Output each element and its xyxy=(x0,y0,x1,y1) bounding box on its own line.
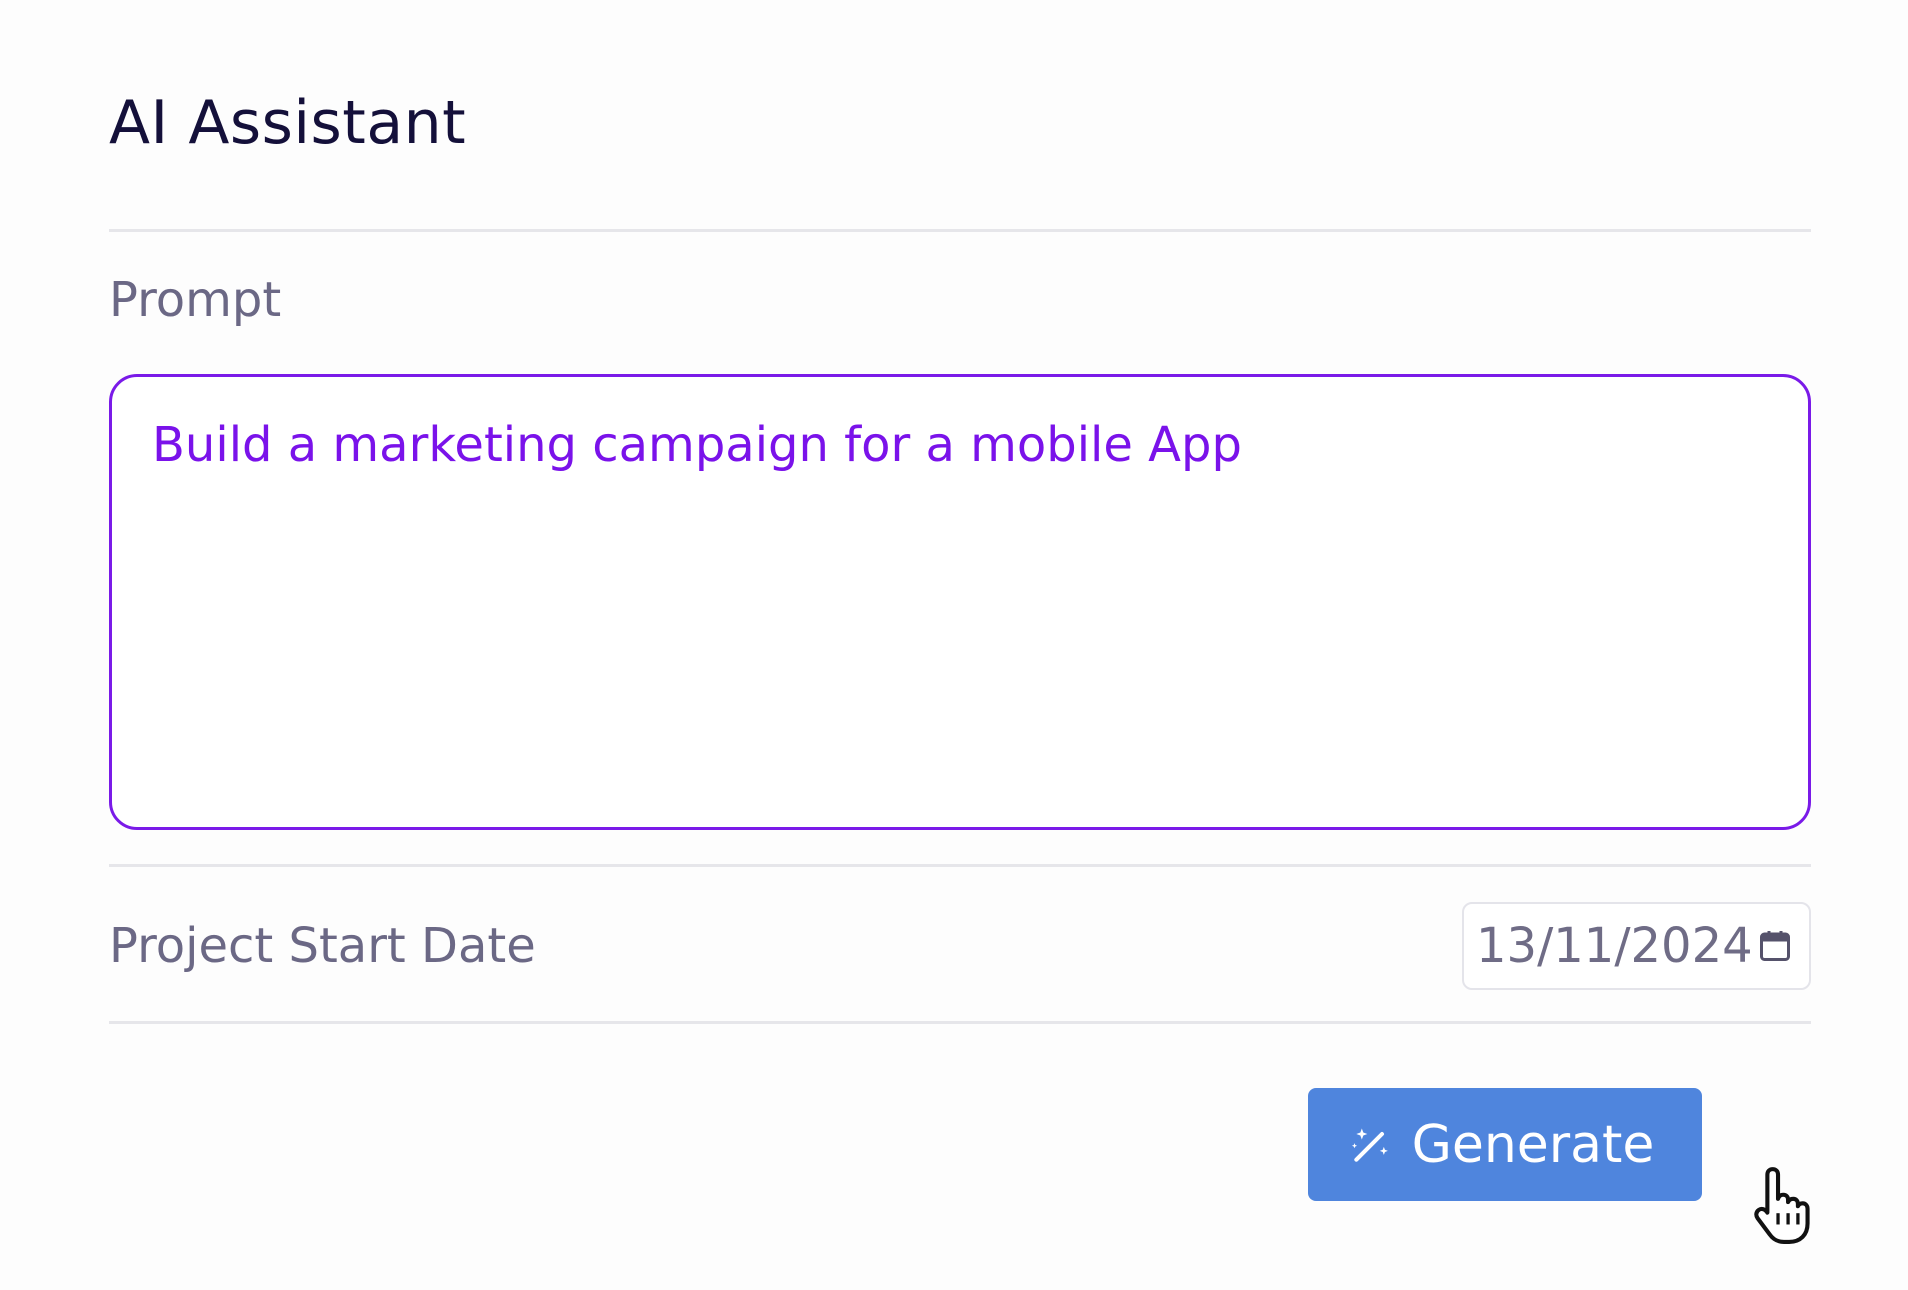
calendar-icon[interactable] xyxy=(1755,926,1795,966)
prompt-textarea[interactable]: Build a marketing campaign for a mobile … xyxy=(109,374,1811,830)
page-title: AI Assistant xyxy=(109,88,467,158)
divider xyxy=(109,229,1811,232)
prompt-label: Prompt xyxy=(109,272,282,328)
magic-wand-icon xyxy=(1348,1122,1394,1168)
generate-button-label: Generate xyxy=(1411,1114,1655,1175)
divider xyxy=(109,864,1811,867)
divider xyxy=(109,1021,1811,1024)
hand-pointer-cursor-icon xyxy=(1754,1167,1810,1244)
start-date-label: Project Start Date xyxy=(109,918,536,974)
start-date-value: 13/11/2024 xyxy=(1476,918,1753,974)
generate-button[interactable]: Generate xyxy=(1308,1088,1702,1201)
start-date-input[interactable]: 13/11/2024 xyxy=(1462,902,1811,990)
